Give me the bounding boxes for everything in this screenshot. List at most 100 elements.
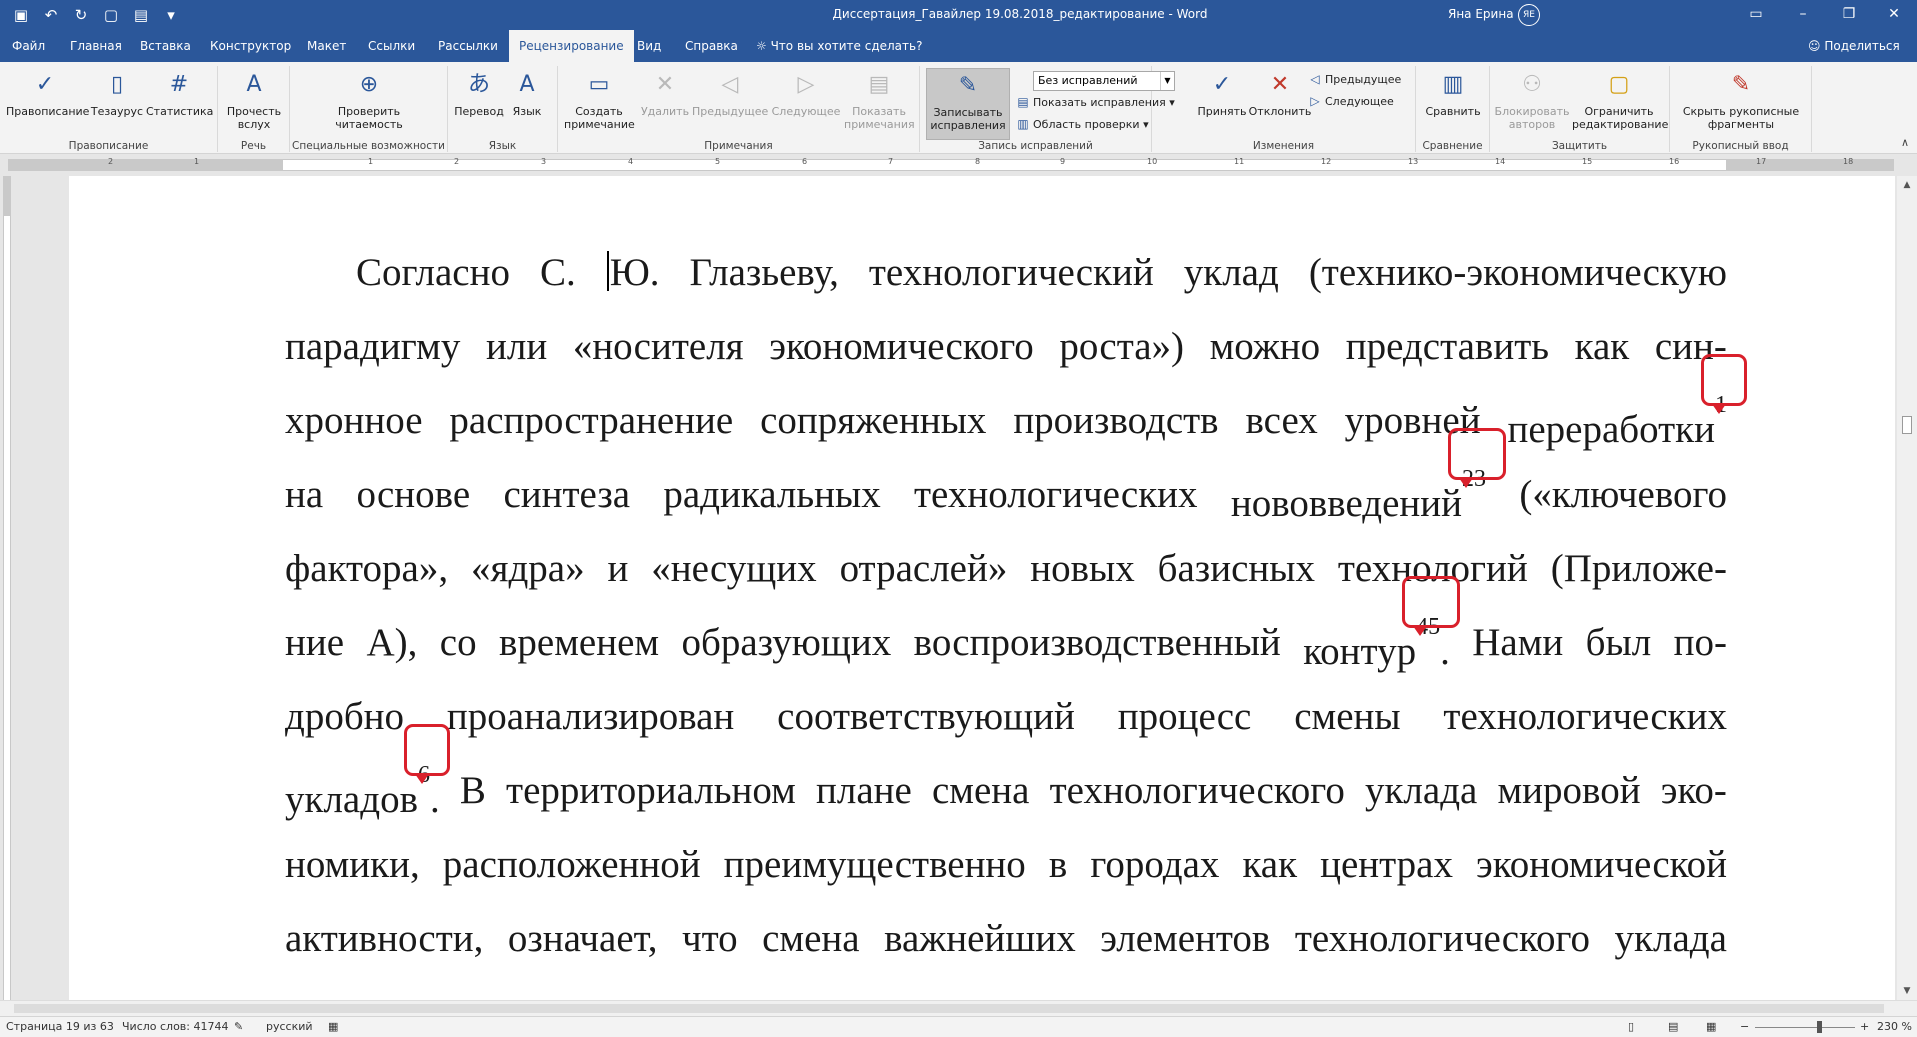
horizontal-scrollbar[interactable] <box>0 1000 1917 1016</box>
scroll-up-icon[interactable]: ▲ <box>1897 176 1917 194</box>
thesaurus-button[interactable]: ▯ Тезаурус <box>88 68 146 118</box>
text-line[interactable]: ние А), со временем образующих воспроизводств… <box>285 576 1727 680</box>
close-icon[interactable]: ✕ <box>1871 0 1917 30</box>
new-document-icon[interactable]: ▢ <box>98 4 124 26</box>
show-markup-button[interactable]: ▤ Показать исправления ▾ <box>1016 93 1174 111</box>
vertical-ruler[interactable] <box>0 176 14 1000</box>
minimize-icon[interactable]: – <box>1780 0 1826 30</box>
ribbon-display-options-icon[interactable]: ▭ <box>1733 0 1779 30</box>
translate-button[interactable]: あ Перевод <box>454 68 504 118</box>
tab-home[interactable]: Главная <box>60 30 132 62</box>
zoom-slider-thumb[interactable] <box>1817 1021 1822 1033</box>
block-authors-button[interactable]: ⚇ Блокировать авторов <box>1494 68 1570 131</box>
new-comment-button[interactable]: ▭ Создать примечание <box>564 68 635 131</box>
reviewing-pane-button[interactable]: ▥ Область проверки ▾ <box>1016 115 1148 133</box>
word: С. <box>539 251 576 294</box>
text-line[interactable]: активности, означает, что смена важнейших эле… <box>285 902 1727 976</box>
tab-layout[interactable]: Макет <box>297 30 356 62</box>
tab-references[interactable]: Ссылки <box>358 30 425 62</box>
spelling-button[interactable]: ✓ Правописание <box>6 68 89 118</box>
web-layout-icon[interactable]: ▦ <box>1706 1020 1716 1033</box>
horizontal-scroll-thumb[interactable] <box>14 1004 1884 1013</box>
compare-button[interactable]: ▥ Сравнить <box>1424 68 1482 118</box>
language-indicator[interactable]: русский <box>266 1020 313 1033</box>
user-name[interactable]: Яна Ерина <box>1448 7 1514 21</box>
lock-icon: ▢ <box>1608 72 1630 97</box>
text-line[interactable]: на основе синтеза радикальных технологически… <box>285 428 1727 532</box>
tab-view[interactable]: Вид <box>627 30 671 62</box>
group-label: Специальные возможности <box>292 140 445 152</box>
macro-record-icon[interactable]: ▦ <box>328 1020 338 1033</box>
word-count-button[interactable]: # Статистика <box>146 68 213 118</box>
text-line[interactable]: парадигму или «носителя экономического роста… <box>285 310 1727 384</box>
reject-button[interactable]: ✕ Отклонить <box>1248 68 1312 118</box>
text-line[interactable]: дробно проанализирован соответствующий проц… <box>285 680 1727 754</box>
customize-qat-icon[interactable]: ▾ <box>158 4 184 26</box>
word: проанализирован <box>446 695 735 738</box>
tab-help[interactable]: Справка <box>675 30 748 62</box>
proofing-status-icon[interactable]: ✎ <box>234 1020 243 1033</box>
next-comment-button[interactable]: ▷ Следующее <box>768 68 844 118</box>
avatar[interactable]: ЯЕ <box>1518 4 1540 26</box>
tab-review[interactable]: Рецензирование <box>509 30 634 62</box>
word: мировой <box>1497 769 1641 812</box>
word-count-icon: # <box>169 72 189 97</box>
language-button[interactable]: A Язык <box>504 68 550 118</box>
group-label: Изменения <box>1252 140 1315 152</box>
word: уклад <box>1183 251 1279 294</box>
save-icon[interactable]: ▣ <box>8 4 34 26</box>
page-count[interactable]: Страница 19 из 63 <box>6 1020 114 1033</box>
delete-comment-button[interactable]: ✕ Удалить <box>636 68 694 118</box>
share-button[interactable]: ☺ Поделиться <box>1808 30 1900 62</box>
text-line[interactable]: хронное распространение сопряженных произво… <box>285 354 1747 458</box>
show-markup-label: Показать исправления <box>1033 96 1166 109</box>
zoom-in-icon[interactable]: + <box>1860 1020 1869 1033</box>
tab-design[interactable]: Конструктор <box>200 30 301 62</box>
tab-file[interactable]: Файл <box>2 30 55 62</box>
collapse-ribbon-icon[interactable]: ∧ <box>1901 136 1909 149</box>
open-folder-icon[interactable]: ▤ <box>128 4 154 26</box>
word: важнейших <box>884 917 1076 960</box>
text-line[interactable]: фактора», «ядра» и «несущих отраслей» новых ба… <box>285 532 1727 606</box>
zoom-level[interactable]: 230 % <box>1877 1020 1912 1033</box>
accept-button[interactable]: ✓ Принять <box>1194 68 1250 118</box>
text-line[interactable]: номики, расположенной преимущественно в горо… <box>285 828 1727 902</box>
read-mode-icon[interactable]: ▯ <box>1628 1020 1634 1033</box>
ruler-number: 2 <box>108 157 114 166</box>
scroll-thumb[interactable] <box>1902 416 1912 434</box>
word: основе <box>356 473 471 516</box>
zoom-out-icon[interactable]: − <box>1740 1020 1749 1033</box>
horizontal-ruler[interactable]: 2 1 1 2 3 4 5 6 7 8 9 10 11 12 13 14 15 … <box>0 156 1917 174</box>
tab-mailings[interactable]: Рассылки <box>428 30 508 62</box>
check-accessibility-label: Проверить читаемость <box>335 105 403 131</box>
check-accessibility-button[interactable]: ⊕ Проверить читаемость <box>320 68 418 131</box>
word: плане <box>816 769 912 812</box>
read-aloud-button[interactable]: A Прочесть вслух <box>224 68 284 131</box>
vertical-scrollbar[interactable]: ▲ ▼ <box>1897 176 1917 1000</box>
zoom-slider[interactable] <box>1755 1027 1855 1028</box>
show-comments-button[interactable]: ▤ Показать примечания <box>844 68 915 131</box>
text-line[interactable]: укладов6. Втерриториальном плане смена техно… <box>285 724 1727 828</box>
track-changes-button[interactable]: ✎ Записывать исправления <box>926 68 1010 140</box>
tell-me-search[interactable]: ☼ Что вы хотите сделать? <box>756 30 922 62</box>
text-line[interactable]: Согласно С. Ю. Глазьеву, технологический укла… <box>356 236 1727 310</box>
word-count[interactable]: Число слов: 41744 <box>122 1020 228 1033</box>
restrict-editing-button[interactable]: ▢ Ограничить редактирование <box>1572 68 1668 131</box>
undo-icon[interactable]: ↶ <box>38 4 64 26</box>
previous-comment-button[interactable]: ◁ Предыдущее <box>692 68 768 118</box>
restore-icon[interactable]: ❐ <box>1826 0 1872 30</box>
compare-label: Сравнить <box>1425 105 1481 118</box>
next-change-button[interactable]: ▷ Следующее <box>1308 92 1393 110</box>
print-layout-icon[interactable]: ▤ <box>1668 1020 1678 1033</box>
footnote-highlight-marker <box>403 724 450 784</box>
tab-insert[interactable]: Вставка <box>130 30 201 62</box>
read-aloud-label: Прочесть вслух <box>226 105 282 131</box>
redo-icon[interactable]: ↻ <box>68 4 94 26</box>
word: нововведений <box>1230 482 1463 525</box>
scroll-down-icon[interactable]: ▼ <box>1897 982 1917 1000</box>
word: технологического <box>1294 917 1591 960</box>
accept-icon: ✓ <box>1212 72 1232 97</box>
hide-ink-button[interactable]: ✎ Скрыть рукописные фрагменты <box>1678 68 1804 131</box>
previous-change-button[interactable]: ◁ Предыдущее <box>1308 70 1401 88</box>
document-page[interactable]: Согласно С. Ю. Глазьеву, технологический укла… <box>69 176 1895 1000</box>
